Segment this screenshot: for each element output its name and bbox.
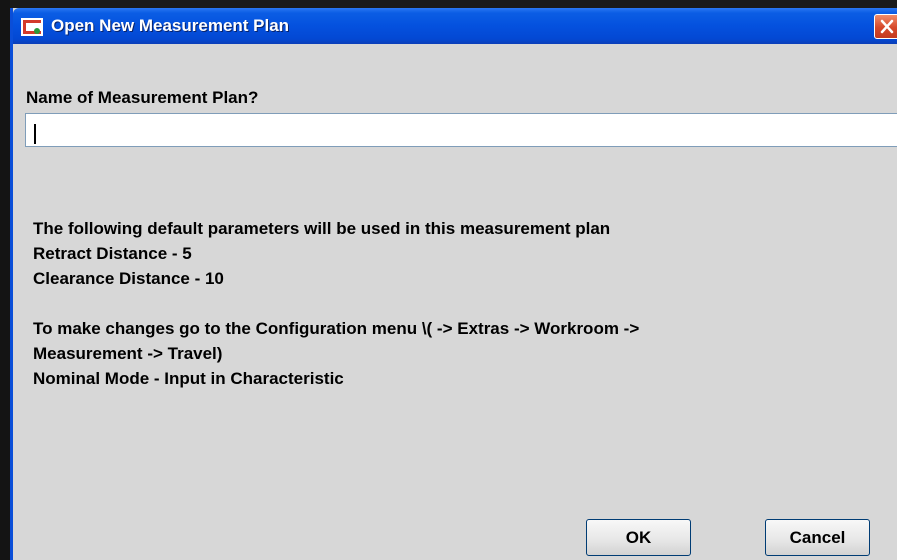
dialog-window: Open New Measurement Plan Name of Measur… <box>10 8 897 560</box>
cancel-button[interactable]: Cancel <box>765 519 870 556</box>
ok-button[interactable]: OK <box>586 519 691 556</box>
close-icon <box>880 19 894 34</box>
close-button[interactable] <box>874 14 897 39</box>
info-line: To make changes go to the Configuration … <box>33 319 640 338</box>
info-line: Measurement -> Travel) <box>33 344 223 363</box>
plan-name-input[interactable] <box>25 113 897 147</box>
info-line: The following default parameters will be… <box>33 219 611 238</box>
title-bar[interactable]: Open New Measurement Plan <box>13 8 897 44</box>
window-title: Open New Measurement Plan <box>51 16 290 35</box>
application-icon <box>21 18 43 36</box>
text-caret <box>34 124 36 144</box>
info-line: Clearance Distance - 10 <box>33 269 224 288</box>
desktop-background <box>0 0 10 560</box>
default-parameters-info: The following default parameters will be… <box>33 216 639 391</box>
info-line: Retract Distance - 5 <box>33 244 192 263</box>
plan-name-label: Name of Measurement Plan? <box>26 88 259 107</box>
info-line: Nominal Mode - Input in Characteristic <box>33 369 344 388</box>
